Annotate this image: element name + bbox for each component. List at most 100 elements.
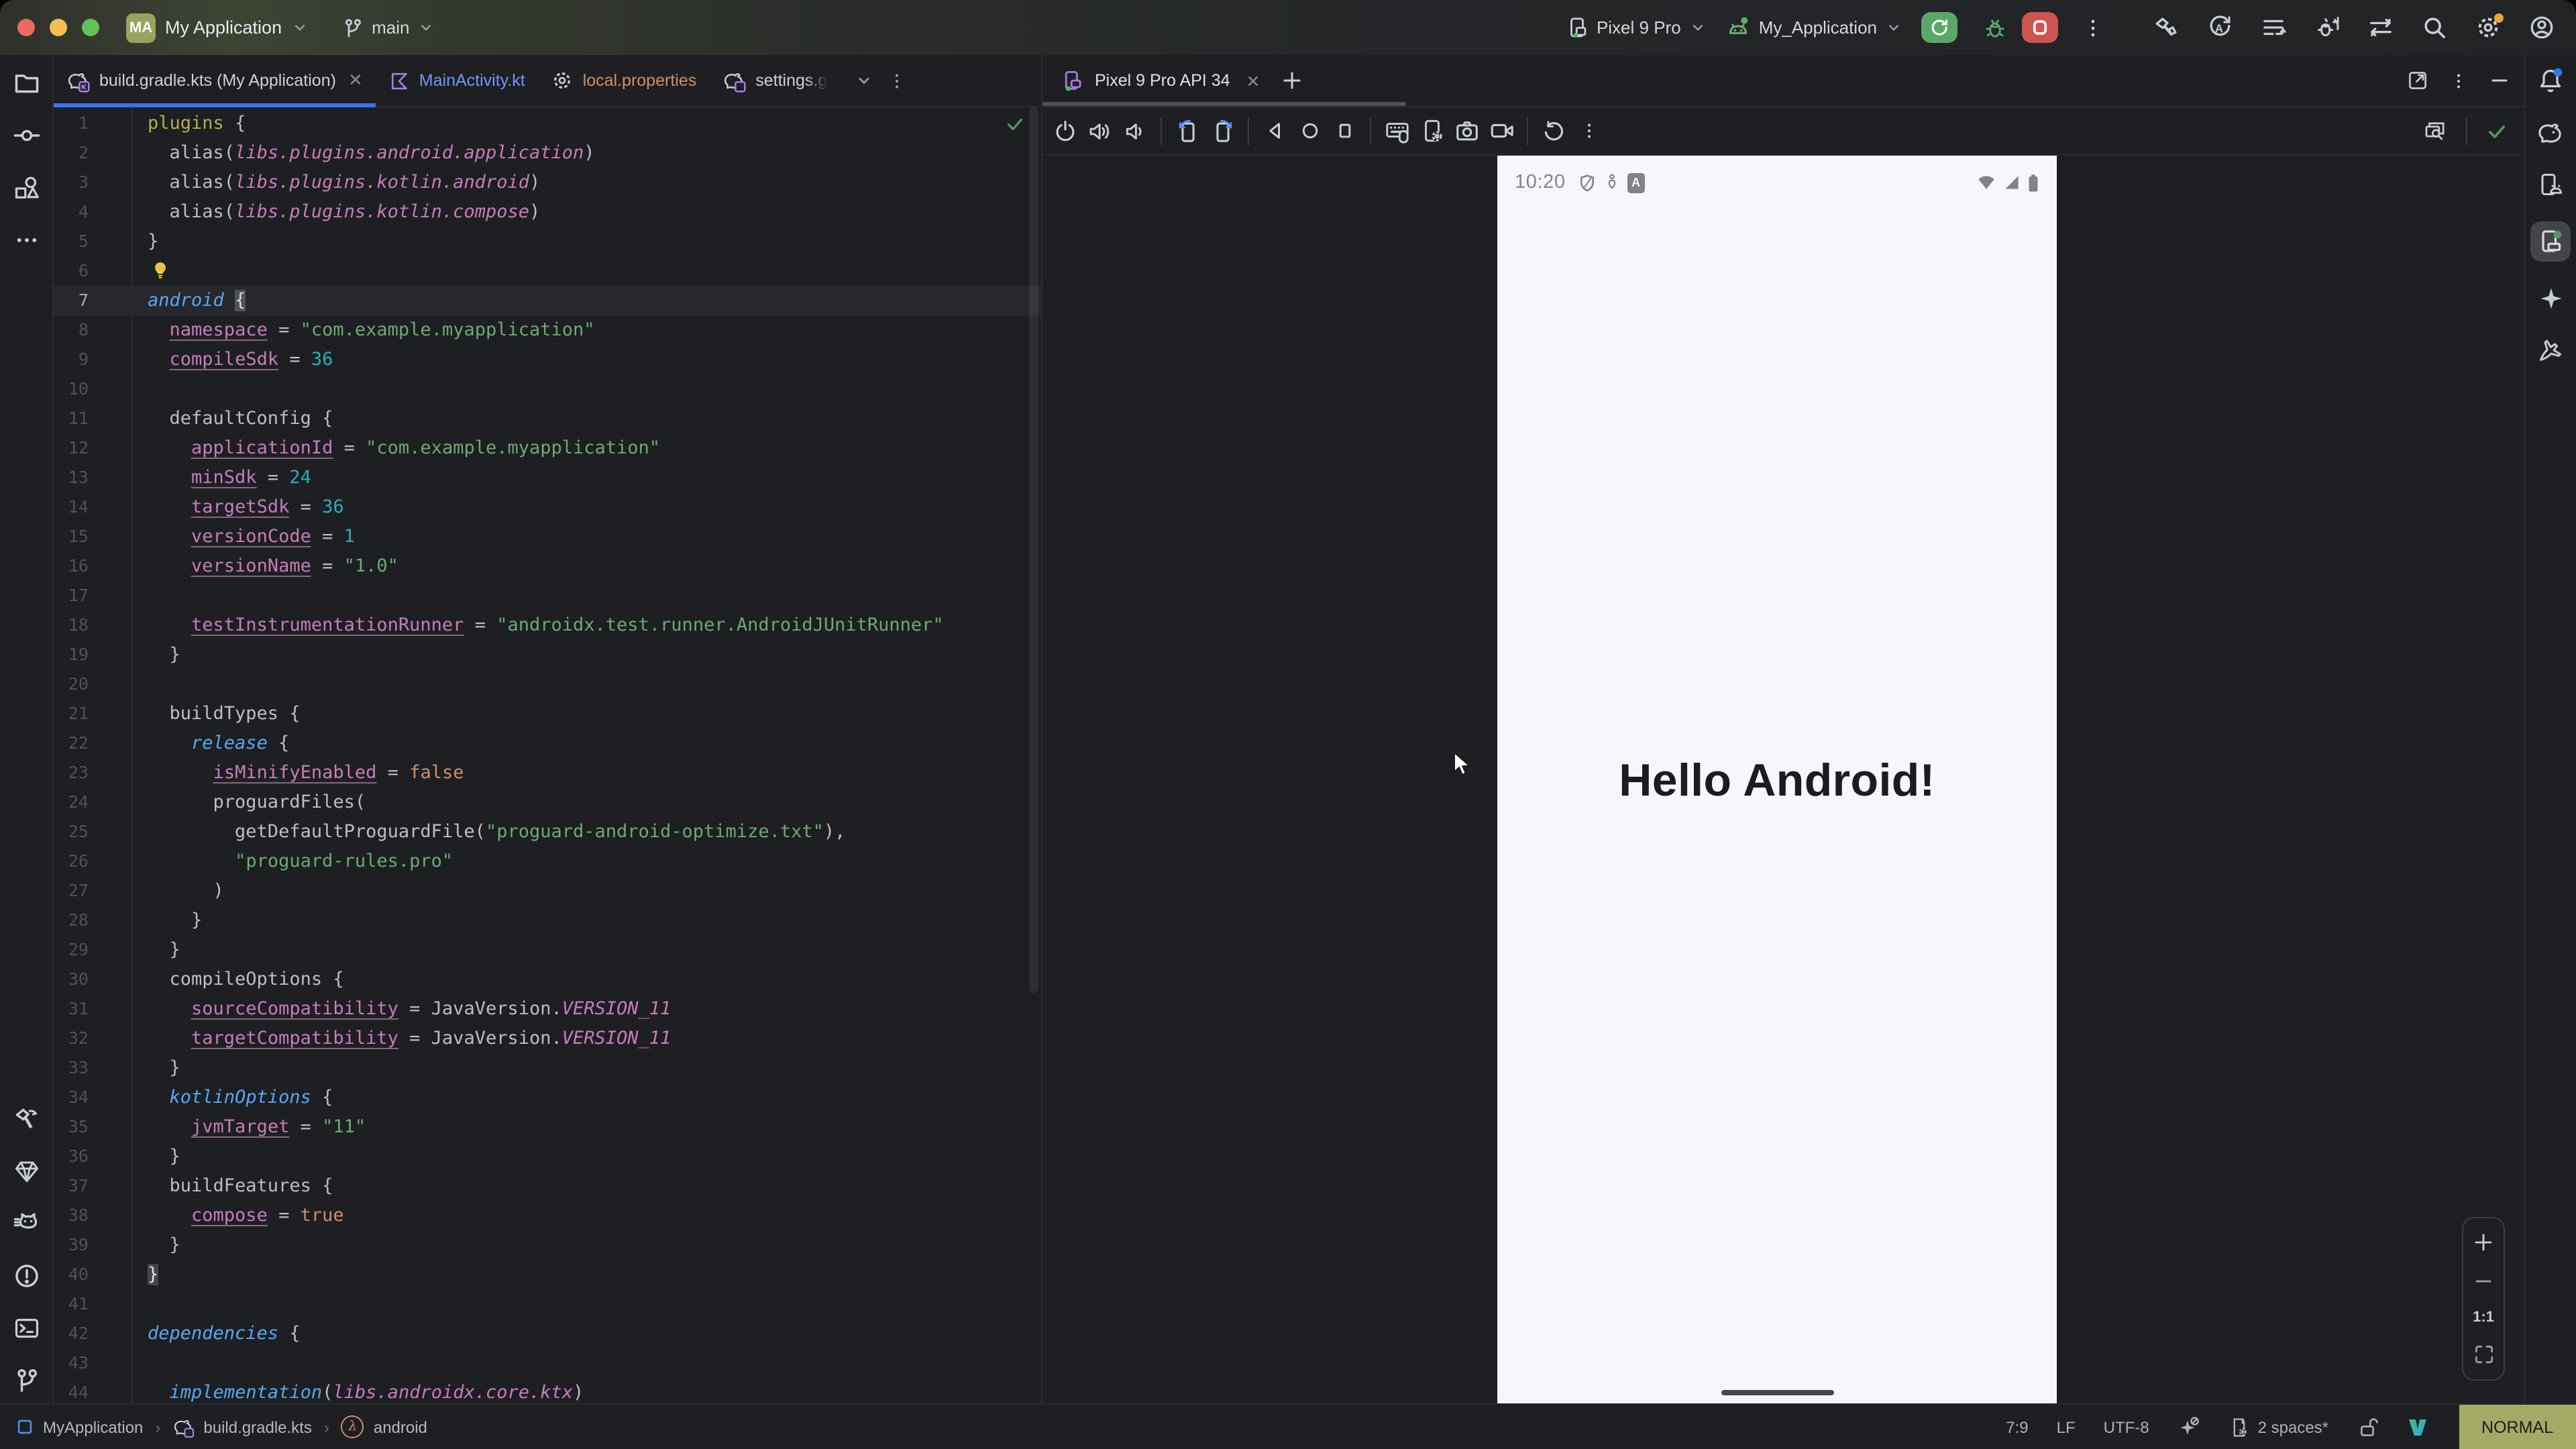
android-home-icon[interactable] bbox=[1292, 113, 1327, 148]
tab-build-gradle-kts[interactable]: build.gradle.kts (My Application) ✕ bbox=[54, 55, 376, 106]
code-line[interactable]: 28 } bbox=[54, 906, 1041, 935]
code-line[interactable]: 27 ) bbox=[54, 876, 1041, 906]
line-number[interactable]: 7 bbox=[54, 286, 131, 315]
tab-list-chevron-icon[interactable] bbox=[854, 71, 873, 90]
line-number[interactable]: 32 bbox=[54, 1024, 131, 1053]
line-number[interactable]: 18 bbox=[54, 610, 131, 640]
ideavim-icon[interactable] bbox=[2406, 1416, 2428, 1438]
vim-mode-badge[interactable]: NORMAL bbox=[2459, 1405, 2576, 1449]
line-number[interactable]: 28 bbox=[54, 906, 131, 935]
line-number[interactable]: 12 bbox=[54, 433, 131, 463]
code-line[interactable]: 38 compose = true bbox=[54, 1201, 1041, 1230]
close-device-tab-icon[interactable]: ✕ bbox=[1246, 70, 1260, 91]
code-line[interactable]: 3 alias(libs.plugins.kotlin.android) bbox=[54, 168, 1041, 197]
build-tool-icon[interactable] bbox=[10, 1103, 42, 1135]
line-number[interactable]: 37 bbox=[54, 1171, 131, 1201]
device-tab-scrollbar[interactable] bbox=[1042, 102, 1406, 106]
line-number[interactable]: 8 bbox=[54, 315, 131, 345]
tab-local-properties[interactable]: local.properties bbox=[539, 55, 710, 106]
line-number[interactable]: 38 bbox=[54, 1201, 131, 1230]
settings-icon[interactable] bbox=[2471, 11, 2504, 44]
commit-tool-icon[interactable] bbox=[10, 119, 42, 152]
android-back-icon[interactable] bbox=[1257, 113, 1292, 148]
device-tab-pixel9pro[interactable]: Pixel 9 Pro API 34 ✕ bbox=[1061, 69, 1260, 92]
code-line[interactable]: 2 alias(libs.plugins.android.application… bbox=[54, 138, 1041, 168]
terminal-tool-icon[interactable] bbox=[10, 1312, 42, 1344]
line-number[interactable]: 44 bbox=[54, 1378, 131, 1405]
search-everywhere-icon[interactable] bbox=[2418, 11, 2450, 44]
line-number[interactable]: 36 bbox=[54, 1142, 131, 1171]
line-number[interactable]: 24 bbox=[54, 788, 131, 817]
tab-options-kebab-icon[interactable] bbox=[886, 70, 906, 91]
sync-project-icon[interactable]: A bbox=[2203, 11, 2235, 44]
line-number[interactable]: 21 bbox=[54, 699, 131, 729]
code-line[interactable]: 10 bbox=[54, 374, 1041, 404]
intention-bulb-icon[interactable] bbox=[150, 260, 170, 280]
line-number[interactable]: 19 bbox=[54, 640, 131, 669]
attach-debugger-icon[interactable] bbox=[2364, 11, 2396, 44]
tab-mainactivity-kt[interactable]: MainActivity.kt bbox=[376, 55, 539, 106]
line-number[interactable]: 30 bbox=[54, 965, 131, 994]
logcat-tool-icon[interactable] bbox=[10, 1208, 42, 1240]
resource-manager-icon[interactable] bbox=[10, 172, 42, 204]
apply-changes-icon[interactable] bbox=[2310, 11, 2343, 44]
line-number[interactable]: 31 bbox=[54, 994, 131, 1024]
device-settings-icon[interactable] bbox=[1414, 113, 1449, 148]
screen-record-icon[interactable] bbox=[1484, 113, 1519, 148]
code-line[interactable]: 25 getDefaultProguardFile("proguard-andr… bbox=[54, 817, 1041, 847]
code-line[interactable]: 33 } bbox=[54, 1053, 1041, 1083]
tab-settings-gradle[interactable]: settings.g bbox=[710, 55, 841, 106]
code-line[interactable]: 42dependencies { bbox=[54, 1319, 1041, 1348]
rotate-left-icon[interactable] bbox=[1170, 113, 1205, 148]
code-line[interactable]: 21 buildTypes { bbox=[54, 699, 1041, 729]
notifications-bell-icon[interactable] bbox=[2534, 64, 2567, 97]
code-line[interactable]: 34 kotlinOptions { bbox=[54, 1083, 1041, 1112]
line-number[interactable]: 27 bbox=[54, 876, 131, 906]
code-line[interactable]: 4 alias(libs.plugins.kotlin.compose) bbox=[54, 197, 1041, 227]
device-selector[interactable]: Pixel 9 Pro bbox=[1566, 16, 1707, 39]
line-number[interactable]: 39 bbox=[54, 1230, 131, 1260]
line-number[interactable]: 34 bbox=[54, 1083, 131, 1112]
code-line[interactable]: 20 bbox=[54, 669, 1041, 699]
line-number[interactable]: 15 bbox=[54, 522, 131, 551]
line-number[interactable]: 23 bbox=[54, 758, 131, 788]
problems-tool-icon[interactable] bbox=[10, 1260, 42, 1292]
debug-app-button[interactable] bbox=[1979, 11, 2011, 44]
code-line[interactable]: 11 defaultConfig { bbox=[54, 404, 1041, 433]
code-line[interactable]: 44 implementation(libs.androidx.core.ktx… bbox=[54, 1378, 1041, 1405]
breadcrumb-project[interactable]: MyApplication bbox=[43, 1417, 143, 1436]
stop-app-button[interactable] bbox=[2022, 12, 2058, 43]
gradle-tool-icon[interactable] bbox=[2534, 117, 2567, 149]
line-number[interactable]: 9 bbox=[54, 345, 131, 374]
code-line[interactable]: 9 compileSdk = 36 bbox=[54, 345, 1041, 374]
device-more-kebab-icon[interactable] bbox=[1571, 113, 1606, 148]
more-run-options-icon[interactable] bbox=[2077, 11, 2109, 44]
account-icon[interactable] bbox=[2525, 11, 2557, 44]
code-line[interactable]: 17 bbox=[54, 581, 1041, 610]
indent-widget[interactable]: 2 spaces* bbox=[2229, 1416, 2328, 1438]
code-line[interactable]: 41 bbox=[54, 1289, 1041, 1319]
line-number[interactable]: 22 bbox=[54, 729, 131, 758]
unlocked-padlock-icon[interactable] bbox=[2357, 1416, 2378, 1438]
more-tool-windows-icon[interactable] bbox=[10, 224, 42, 256]
code-editor[interactable]: 1plugins {2 alias(libs.plugins.android.a… bbox=[54, 107, 1041, 1405]
code-line[interactable]: 7android { bbox=[54, 286, 1041, 315]
plane-icon[interactable] bbox=[2534, 334, 2567, 366]
volume-down-icon[interactable] bbox=[1118, 113, 1152, 148]
code-line[interactable]: 6 bbox=[54, 256, 1041, 286]
device-list-icon[interactable] bbox=[2257, 11, 2289, 44]
line-number[interactable]: 43 bbox=[54, 1348, 131, 1378]
line-number[interactable]: 3 bbox=[54, 168, 131, 197]
code-line[interactable]: 23 isMinifyEnabled = false bbox=[54, 758, 1041, 788]
line-number[interactable]: 41 bbox=[54, 1289, 131, 1319]
zoom-out-icon[interactable] bbox=[2473, 1271, 2494, 1292]
gemini-sparkle-icon[interactable] bbox=[2534, 282, 2567, 314]
breadcrumb-file[interactable]: build.gradle.kts bbox=[203, 1417, 311, 1436]
gesture-navigation-bar[interactable] bbox=[1721, 1390, 1833, 1395]
line-number[interactable]: 6 bbox=[54, 256, 131, 286]
breadcrumb-block[interactable]: android bbox=[374, 1417, 427, 1436]
power-button-icon[interactable] bbox=[1048, 113, 1083, 148]
screenshot-camera-icon[interactable] bbox=[1449, 113, 1484, 148]
volume-up-icon[interactable] bbox=[1083, 113, 1118, 148]
code-line[interactable]: 1plugins { bbox=[54, 109, 1041, 138]
